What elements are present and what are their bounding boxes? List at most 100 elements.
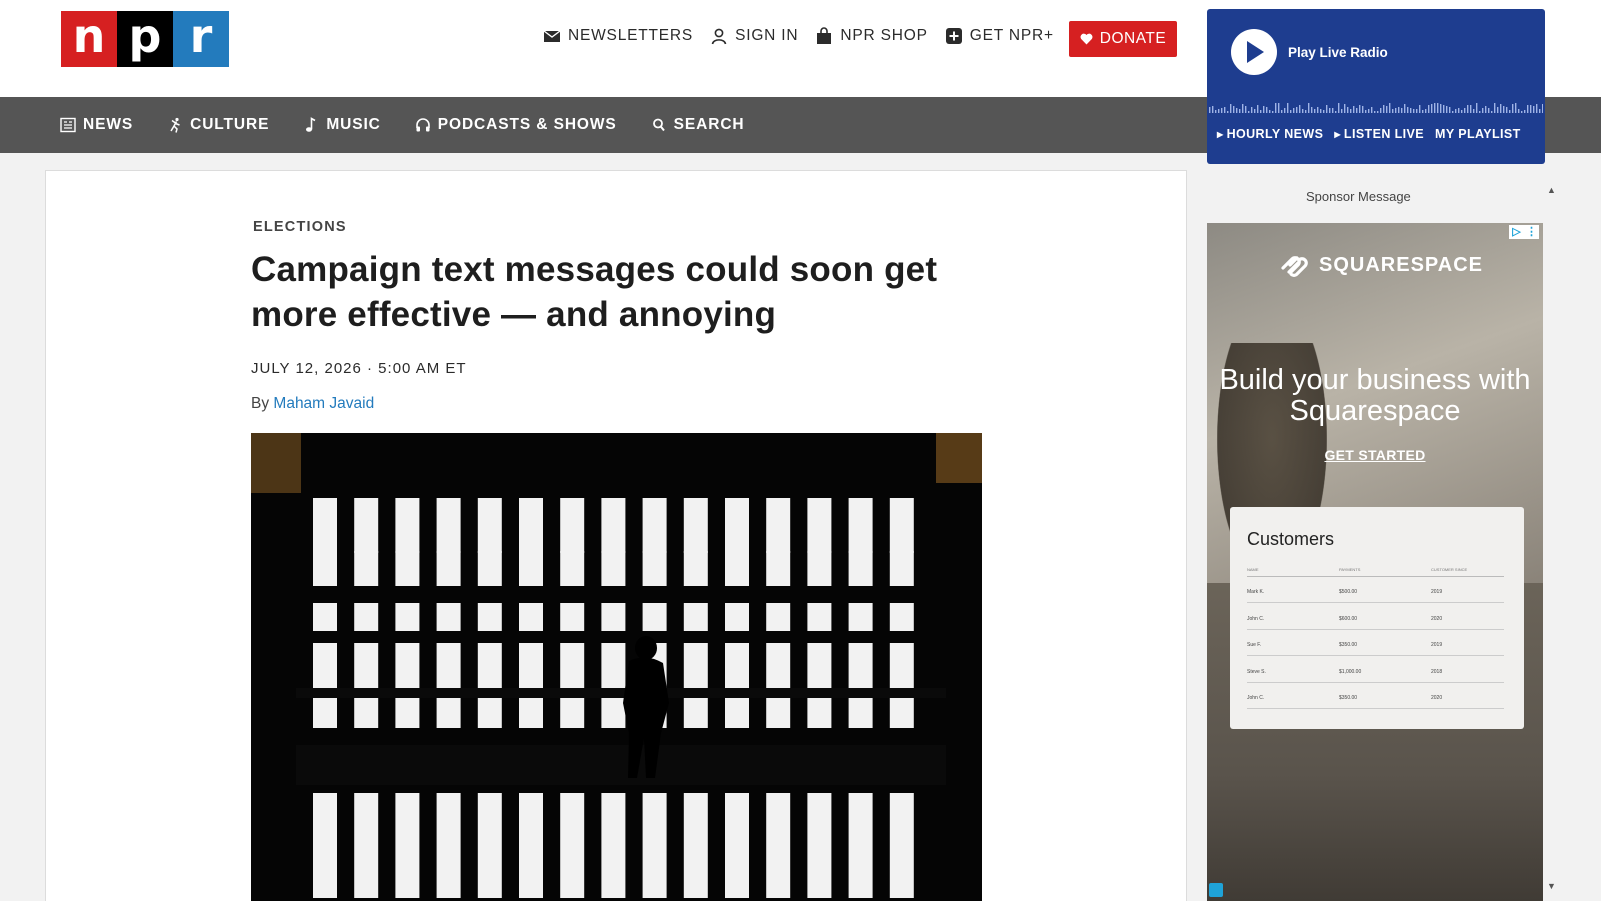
waveform-bar [1440, 104, 1442, 113]
ad-scroll-down-arrow[interactable]: ▼ [1547, 881, 1556, 891]
ad-customers-card: Customers NAME PAYMENTS CUSTOMER SINCE M… [1230, 507, 1524, 729]
ad-table-cell: John C. [1247, 615, 1265, 622]
ad-info-icon[interactable] [1209, 883, 1223, 897]
ad-table-cell: 2020 [1431, 695, 1443, 701]
ad-col-payments: PAYMENTS [1339, 567, 1361, 572]
waveform-bar [1293, 108, 1295, 113]
waveform-bar [1416, 109, 1418, 113]
waveform-bar [1446, 106, 1448, 113]
ad-menu-icon: ⋮ [1526, 226, 1537, 238]
waveform-bar [1233, 106, 1235, 113]
music-icon [306, 117, 316, 132]
nav-item-news[interactable]: NEWS [60, 116, 133, 134]
triangle-right-icon: ▶ [1334, 130, 1341, 140]
waveform-bar [1260, 110, 1262, 113]
photo-window-pane [601, 643, 626, 728]
photo-window-pane [766, 603, 791, 631]
waveform-bar [1251, 107, 1253, 113]
photo-window-pane [601, 793, 626, 898]
adchoices-icon: ▷ [1512, 226, 1521, 238]
photo-window-pane [807, 603, 832, 631]
waveform-bar [1323, 110, 1325, 113]
author-link[interactable]: Maham Javaid [273, 395, 374, 412]
play-live-radio-label[interactable]: Play Live Radio [1288, 45, 1388, 60]
waveform-bar [1365, 110, 1367, 113]
ad-table-cell: $350.00 [1339, 695, 1358, 701]
squarespace-logo-icon [1281, 256, 1308, 277]
photo-window-pane [354, 498, 379, 553]
waveform-bar [1452, 111, 1454, 113]
photo-window-pane [354, 603, 379, 631]
waveform-bar [1386, 106, 1388, 113]
waveform-bar [1230, 104, 1232, 113]
adchoices-badge[interactable]: ▷ ⋮ [1509, 225, 1539, 239]
waveform-bar [1314, 109, 1316, 113]
waveform-bar [1425, 109, 1427, 113]
waveform-bar [1476, 103, 1478, 113]
waveform-bar [1515, 103, 1517, 113]
shopping-bag-icon [817, 27, 832, 44]
play-button[interactable] [1231, 29, 1277, 75]
photo-window-pane [725, 603, 749, 631]
waveform-bar [1359, 105, 1361, 113]
my-playlist-link[interactable]: MY PLAYLIST [1435, 127, 1521, 141]
waveform-bar [1512, 104, 1514, 113]
ad-scroll-up-arrow[interactable]: ▲ [1547, 185, 1556, 195]
nav-item-music[interactable]: MUSIC [303, 116, 380, 134]
photo-lamp-left [251, 433, 301, 493]
waveform-bar [1302, 109, 1304, 113]
waveform-bar [1326, 105, 1328, 113]
waveform-bar [1491, 111, 1493, 113]
waveform-bar [1497, 107, 1499, 113]
npr-logo[interactable]: n p r [61, 11, 229, 67]
photo-window-pane [642, 551, 667, 586]
photo-window-pane [848, 551, 873, 586]
newsletters-link[interactable]: NEWSLETTERS [543, 27, 693, 45]
photo-window-pane [560, 793, 585, 898]
ad-table-row: Steve S. $1,000.00 2018 [1247, 669, 1504, 683]
waveform-bar [1464, 108, 1466, 113]
waveform-bar [1299, 105, 1301, 113]
photo-window-pane [807, 551, 832, 586]
photo-window-pane [313, 643, 337, 728]
waveform-bar [1509, 110, 1511, 113]
photo-window-pane [725, 793, 749, 898]
listen-live-link[interactable]: ▶ LISTEN LIVE [1334, 127, 1424, 141]
nav-item-culture[interactable]: CULTURE [167, 116, 269, 134]
waveform-bar [1536, 104, 1538, 113]
waveform-bar [1530, 105, 1532, 113]
nav-item-search[interactable]: SEARCH [651, 116, 745, 134]
hourly-news-link[interactable]: ▶ HOURLY NEWS [1217, 127, 1323, 141]
shop-link[interactable]: NPR SHOP [815, 27, 927, 45]
waveform-bar [1209, 107, 1211, 113]
section-label[interactable]: ELECTIONS [253, 219, 347, 235]
article-headline: Campaign text messages could soon get mo… [251, 250, 938, 334]
photo-window-pane [519, 603, 543, 631]
photo-window-pane [354, 551, 379, 586]
nav-item-podcasts[interactable]: PODCASTS & SHOWS [415, 116, 617, 134]
waveform-bar [1296, 107, 1298, 113]
sponsor-ad[interactable]: ▷ ⋮ SQUARESPACE Build your business with… [1207, 223, 1543, 901]
nav-label-culture: CULTURE [190, 116, 270, 133]
sign-in-link[interactable]: SIGN IN [710, 27, 798, 45]
waveform-bar [1380, 108, 1382, 113]
photo-window-pane [395, 551, 420, 586]
waveform-bar [1353, 106, 1355, 113]
play-icon [1247, 41, 1264, 63]
photo-window-pane [519, 793, 543, 898]
ad-table-cell: $500.00 [1339, 589, 1358, 595]
waveform-bar [1527, 105, 1529, 113]
article-photo[interactable] [251, 433, 982, 901]
photo-window-pane [683, 551, 708, 586]
waveform-bar [1347, 107, 1349, 113]
photo-window-pane [848, 603, 873, 631]
ad-table-cell: $600.00 [1339, 615, 1358, 622]
waveform-bar [1437, 103, 1439, 113]
squarespace-logo: SQUARESPACE [1277, 252, 1483, 278]
npr-plus-link[interactable]: GET NPR+ [945, 27, 1054, 45]
donate-button[interactable]: DONATE [1069, 21, 1177, 57]
ad-get-started-link[interactable]: GET STARTED [1207, 447, 1543, 463]
logo-letter-r: r [173, 11, 229, 67]
my-playlist-label: MY PLAYLIST [1435, 127, 1521, 141]
waveform-bar [1398, 107, 1400, 113]
